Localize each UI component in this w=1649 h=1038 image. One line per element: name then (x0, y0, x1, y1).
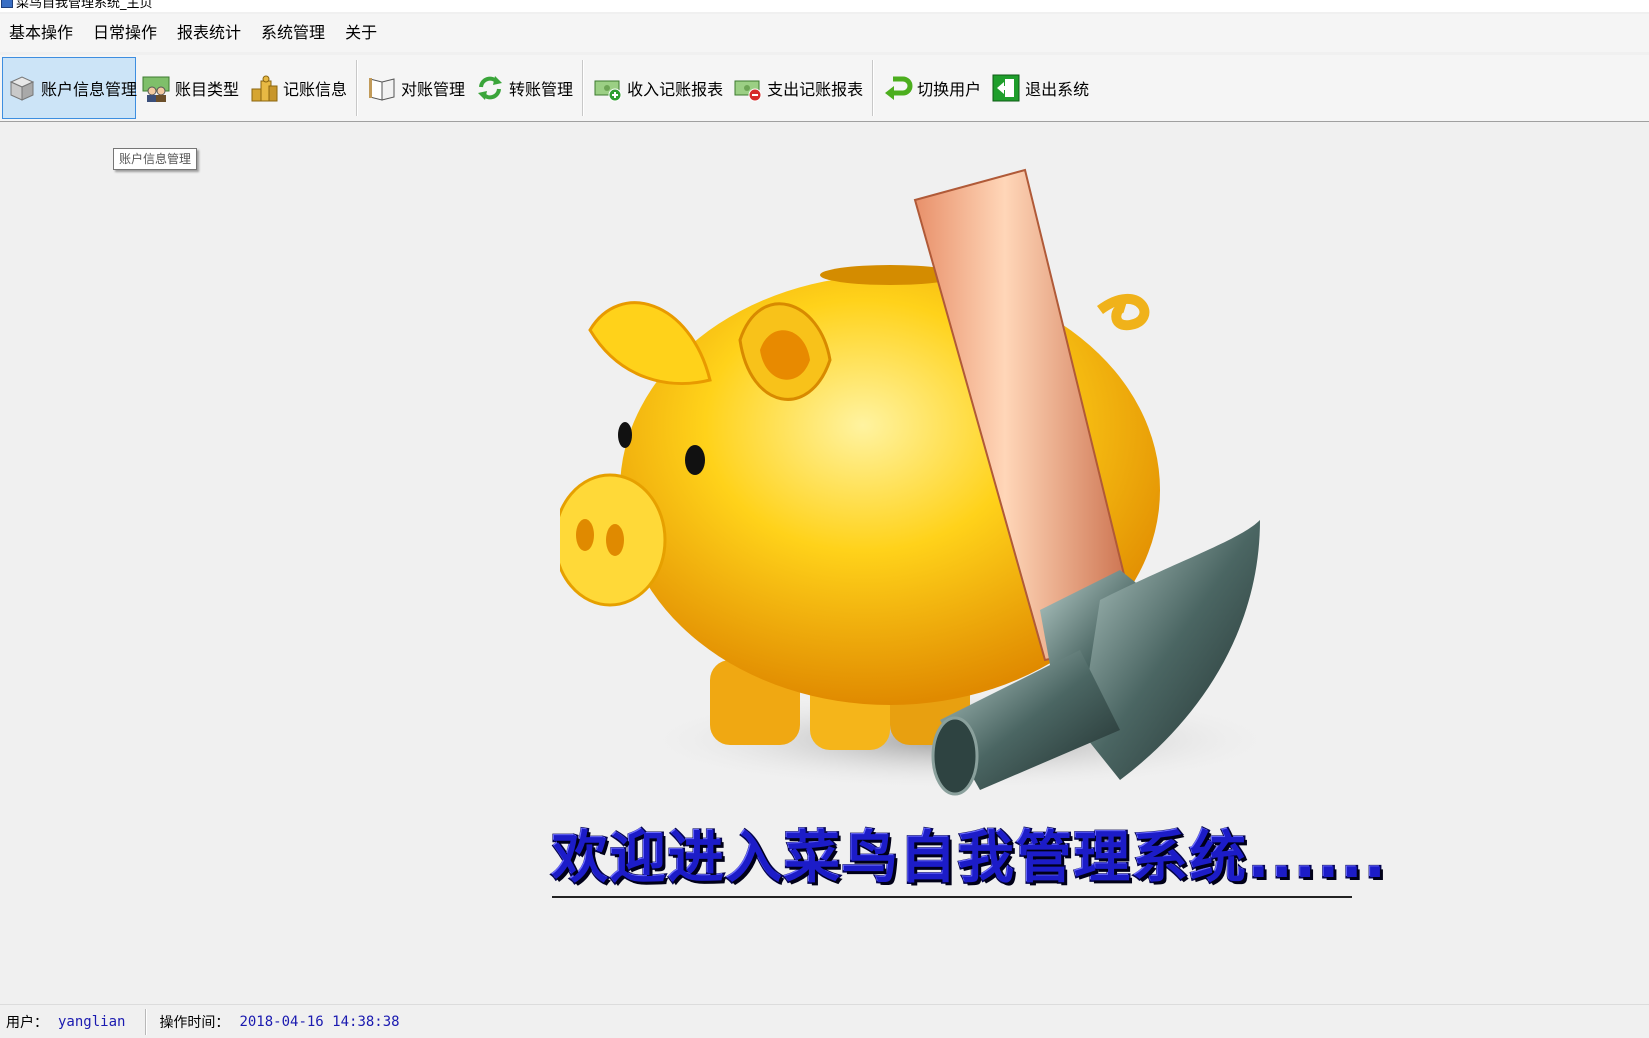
user-value: yanglian (58, 1014, 126, 1030)
status-time-segment: 操作时间： 2018-04-16 14:38:38 (153, 1005, 405, 1038)
menu-bar: 基本操作 日常操作 报表统计 系统管理 关于 (0, 14, 1649, 52)
account-info-button[interactable]: 账户信息管理 (2, 57, 138, 119)
exit-system-label: 退出系统 (1025, 80, 1090, 99)
main-window: 菜鸟自我管理系统_主页 基本操作 日常操作 报表统计 系统管理 关于 账户信息管… (0, 0, 1649, 1038)
money-bags-icon (251, 75, 278, 102)
menu-daily-operations[interactable]: 日常操作 (84, 18, 168, 48)
title-bar: 菜鸟自我管理系统_主页 (0, 0, 1649, 12)
status-bar: 用户： yanglian 操作时间： 2018-04-16 14:38:38 (0, 1004, 1649, 1038)
banknote-plus-icon (594, 80, 622, 102)
switch-user-button[interactable]: 切换用户 (878, 57, 986, 119)
status-divider (145, 1009, 148, 1035)
bookkeeping-info-label: 记账信息 (283, 80, 348, 99)
expense-report-button[interactable]: 支出记账报表 (728, 57, 868, 119)
income-report-label: 收入记账报表 (627, 80, 724, 99)
time-label: 操作时间： (159, 1015, 230, 1031)
toolbar-separator (356, 60, 359, 116)
tooltip: 账户信息管理 (113, 148, 198, 170)
menu-system-management[interactable]: 系统管理 (252, 18, 336, 48)
account-info-label: 账户信息管理 (41, 80, 138, 99)
exit-door-icon (992, 74, 1020, 102)
switch-user-label: 切换用户 (917, 80, 982, 99)
transfer-label: 转账管理 (509, 80, 574, 99)
piggy-bank-hammer-image (560, 168, 1280, 796)
box-icon (9, 76, 35, 101)
account-type-label: 账目类型 (175, 80, 240, 99)
time-value: 2018-04-16 14:38:38 (239, 1014, 400, 1030)
menu-report-statistics[interactable]: 报表统计 (168, 18, 252, 48)
app-icon (1, 0, 13, 8)
green-cycle-arrows-icon (478, 76, 503, 100)
green-return-arrow-icon (885, 76, 913, 100)
income-report-button[interactable]: 收入记账报表 (588, 57, 728, 119)
user-label: 用户： (6, 1015, 48, 1031)
people-money-icon (142, 76, 170, 102)
toolbar: 账户信息管理 账目类型 记账信息 对账管理 转账管理 收入记账报表 支出记账报表… (0, 55, 1649, 122)
exit-system-button[interactable]: 退出系统 (986, 57, 1094, 119)
transfer-button[interactable]: 转账管理 (470, 57, 578, 119)
welcome-banner: 欢迎进入菜鸟自我管理系统...... (551, 825, 1387, 898)
open-book-icon (369, 78, 395, 101)
window-title: 菜鸟自我管理系统_主页 (16, 0, 153, 11)
expense-report-label: 支出记账报表 (767, 80, 864, 99)
status-user-segment: 用户： yanglian (0, 1005, 131, 1038)
menu-basic-operations[interactable]: 基本操作 (0, 18, 84, 48)
banknote-minus-icon (734, 80, 762, 102)
bookkeeping-info-button[interactable]: 记账信息 (244, 57, 352, 119)
toolbar-separator (582, 60, 585, 116)
account-type-button[interactable]: 账目类型 (136, 57, 244, 119)
menu-about[interactable]: 关于 (336, 18, 388, 48)
reconcile-button[interactable]: 对账管理 (362, 57, 470, 119)
reconcile-label: 对账管理 (401, 80, 466, 99)
toolbar-separator (872, 60, 875, 116)
